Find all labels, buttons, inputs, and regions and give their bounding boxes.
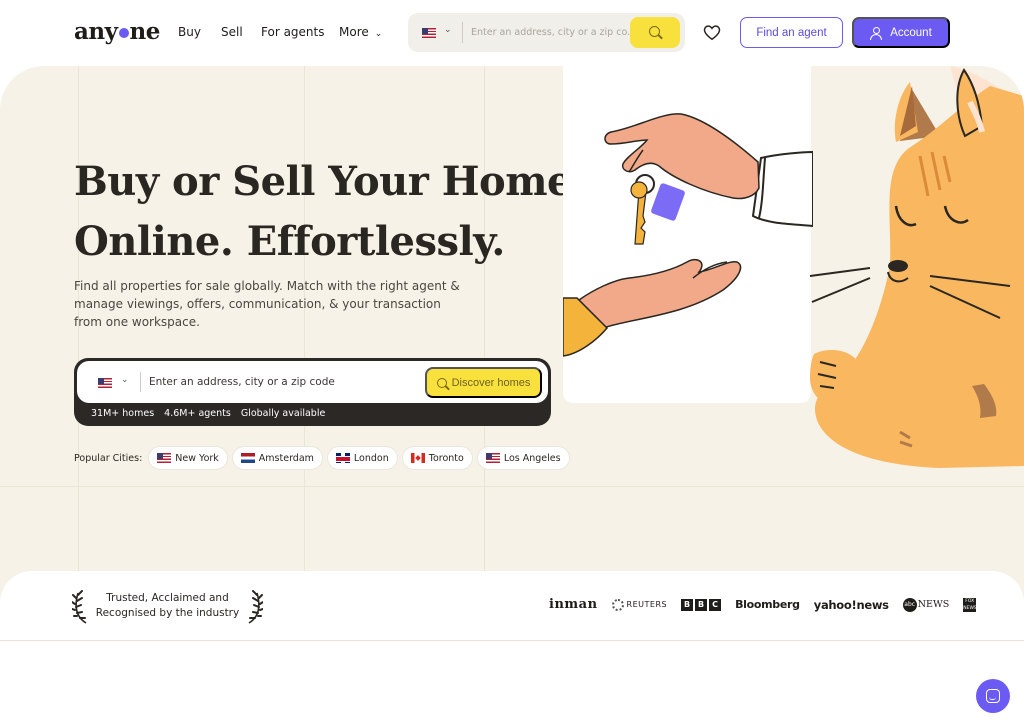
laurel-right-icon xyxy=(248,590,263,624)
hero-title-line2: Online. Effortlessly. xyxy=(74,218,505,265)
bg-grid-line xyxy=(304,66,305,600)
search-divider xyxy=(462,22,463,43)
chevron-down-icon[interactable]: ⌄ xyxy=(444,25,452,35)
discover-homes-button[interactable]: Discover homes xyxy=(425,367,542,398)
us-flag-icon[interactable] xyxy=(98,378,112,388)
ca-flag-icon xyxy=(410,453,425,463)
user-icon xyxy=(870,26,883,40)
us-flag-icon xyxy=(157,453,172,463)
press-logo-reuters: REUTERS xyxy=(611,597,668,613)
nav-search-input[interactable] xyxy=(471,22,631,43)
us-flag-icon[interactable] xyxy=(422,28,436,38)
press-logo-reuters-text: REUTERS xyxy=(626,600,668,609)
hero-section: Buy or Sell Your Home Online. Effortless… xyxy=(0,66,1024,600)
trusted-line2: Recognised by the industry xyxy=(95,607,240,619)
city-chip-label: London xyxy=(353,452,389,464)
nav-link-more[interactable]: More ⌄ xyxy=(339,24,382,42)
stat-availability: Globally available xyxy=(240,408,326,419)
city-chip-label: Amsterdam xyxy=(258,452,314,464)
press-logo-bbc: BBC xyxy=(681,599,722,611)
bg-grid-line xyxy=(484,66,485,600)
chat-launcher-button[interactable] xyxy=(976,679,1010,713)
press-logo-yahoo-news: yahoo!news xyxy=(813,598,889,612)
bbc-letter-c: C xyxy=(709,599,722,611)
city-chip-label: New York xyxy=(175,452,219,464)
nav-link-buy[interactable]: Buy xyxy=(178,24,201,40)
city-chip-los-angeles[interactable]: Los Angeles xyxy=(477,447,569,469)
nav-link-for-agents[interactable]: For agents xyxy=(261,24,324,40)
trusted-line1: Trusted, Acclaimed and xyxy=(106,592,229,604)
search-icon xyxy=(436,377,447,388)
brand-logo-dot xyxy=(118,27,129,38)
press-strip: Trusted, Acclaimed and Recognised by the… xyxy=(0,571,1024,641)
city-chip-amsterdam[interactable]: Amsterdam xyxy=(232,447,322,469)
hero-subtitle: Find all properties for sale globally. M… xyxy=(74,279,460,329)
account-button-label: Account xyxy=(890,26,932,39)
chevron-down-icon: ⌄ xyxy=(374,29,383,39)
popular-cities: Popular Cities: New York Amsterdam Londo… xyxy=(74,447,569,469)
nav-link-sell[interactable]: Sell xyxy=(221,24,243,40)
hero-search-input[interactable] xyxy=(149,372,419,392)
hero-stats: 31M+ homes 4.6M+ agents Globally availab… xyxy=(91,408,325,420)
account-button[interactable]: Account xyxy=(852,17,950,48)
hero-search-bar: ⌄ Discover homes xyxy=(77,361,548,403)
laurel-left-icon xyxy=(72,590,87,624)
brand-logo-part1: any xyxy=(74,18,118,45)
discover-homes-label: Discover homes xyxy=(451,376,531,389)
city-chip-toronto[interactable]: Toronto xyxy=(402,447,472,469)
popular-cities-label: Popular Cities: xyxy=(74,452,143,464)
reuters-mark-icon xyxy=(611,599,624,611)
press-logo-inman: inman xyxy=(549,597,598,612)
bbc-letter-b: B xyxy=(681,599,694,611)
chat-icon xyxy=(986,689,1000,703)
nav-search-bar: ⌄ xyxy=(408,13,685,52)
city-chip-label: Toronto xyxy=(428,452,464,464)
cat-illustration xyxy=(809,66,1024,468)
nl-flag-icon xyxy=(240,453,255,463)
bg-grid-line xyxy=(78,66,79,600)
brand-logo[interactable]: any ne xyxy=(74,19,160,45)
abc-mark-icon: abc xyxy=(902,598,917,612)
trusted-tagline: Trusted, Acclaimed and Recognised by the… xyxy=(94,591,241,621)
city-chip-london[interactable]: London xyxy=(327,447,397,469)
hero-search-card: ⌄ Discover homes 31M+ homes 4.6M+ agents… xyxy=(74,358,551,426)
press-logos: inman REUTERS BBC Bloomberg yahoo!news a… xyxy=(549,597,977,613)
city-chip-label: Los Angeles xyxy=(503,452,561,464)
search-icon xyxy=(649,26,660,37)
keys-handoff-illustration xyxy=(563,113,813,357)
bg-grid-line xyxy=(0,486,1024,487)
find-agent-button[interactable]: Find an agent xyxy=(740,17,843,48)
nav-link-more-label: More xyxy=(339,25,369,39)
heart-icon[interactable] xyxy=(703,24,721,41)
bbc-letter-b2: B xyxy=(695,599,708,611)
brand-logo-part2: ne xyxy=(129,18,161,45)
hero-title: Buy or Sell Your Home Online. Effortless… xyxy=(74,152,594,272)
press-logo-abc-news: abc NEWS xyxy=(902,598,950,612)
nav-search-button[interactable] xyxy=(630,17,680,48)
stat-agents: 4.6M+ agents xyxy=(164,408,231,419)
top-navbar: anyne Buy Sell For agents More ⌄ ⌄ Find a… xyxy=(0,0,1024,66)
press-logo-bloomberg: Bloomberg xyxy=(735,598,800,611)
city-chip-new-york[interactable]: New York xyxy=(149,447,227,469)
press-logo-fox-news: FOX NEWS xyxy=(963,598,977,612)
us-flag-icon xyxy=(485,453,500,463)
chevron-down-icon[interactable]: ⌄ xyxy=(121,375,129,385)
hero-title-line1: Buy or Sell Your Home xyxy=(74,158,572,205)
search-divider xyxy=(140,372,141,392)
stat-homes: 31M+ homes xyxy=(91,408,155,419)
uk-flag-icon xyxy=(335,453,350,463)
